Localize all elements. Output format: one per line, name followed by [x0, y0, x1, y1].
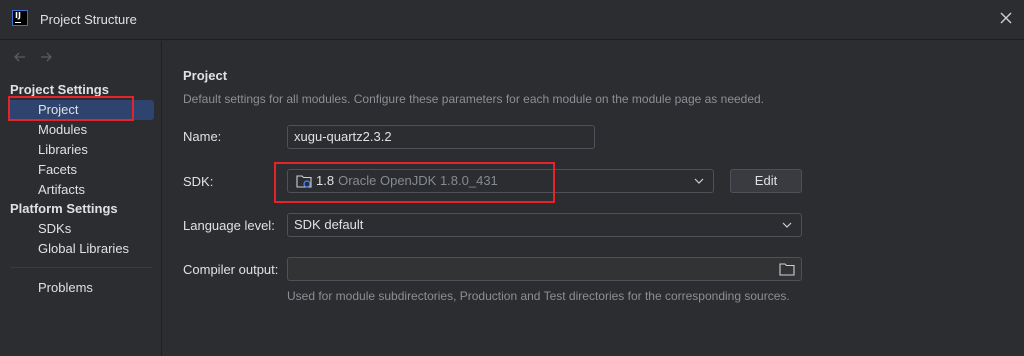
language-level-value: SDK default	[294, 217, 364, 232]
sidebar-item-problems[interactable]: Problems	[8, 278, 154, 298]
nav-arrows	[12, 49, 60, 67]
compiler-output-label: Compiler output:	[183, 262, 279, 277]
sidebar-item-modules[interactable]: Modules	[8, 120, 154, 140]
sidebar-divider	[10, 267, 152, 268]
name-label: Name:	[183, 129, 222, 144]
sidebar-item-libraries[interactable]: Libraries	[8, 140, 154, 160]
sidebar-item-facets[interactable]: Facets	[8, 160, 154, 180]
project-settings-heading: Project Settings	[10, 82, 109, 97]
sidebar-item-artifacts[interactable]: Artifacts	[8, 180, 154, 200]
sidebar-item-sdks[interactable]: SDKs	[8, 219, 154, 239]
chevron-down-icon	[694, 178, 704, 184]
sdk-dropdown[interactable]: 1.8 Oracle OpenJDK 1.8.0_431	[287, 169, 714, 193]
jdk-folder-icon	[296, 175, 312, 188]
language-level-dropdown[interactable]: SDK default	[287, 213, 802, 237]
platform-settings-heading: Platform Settings	[10, 201, 118, 216]
compiler-output-hint: Used for module subdirectories, Producti…	[287, 289, 790, 303]
sdk-name: Oracle OpenJDK 1.8.0_431	[338, 173, 498, 188]
intellij-app-icon: IJ	[12, 10, 28, 26]
back-arrow-icon[interactable]	[12, 49, 28, 65]
title-bar: IJ Project Structure	[0, 0, 1024, 40]
chevron-down-icon	[782, 222, 792, 228]
browse-folder-icon[interactable]	[779, 262, 795, 276]
page-description: Default settings for all modules. Config…	[183, 92, 765, 106]
forward-arrow-icon[interactable]	[38, 49, 54, 65]
sidebar: Project Settings Project Modules Librari…	[0, 41, 162, 356]
sdk-label: SDK:	[183, 174, 214, 189]
sidebar-item-global-libraries[interactable]: Global Libraries	[8, 239, 154, 259]
close-icon[interactable]	[998, 10, 1014, 26]
compiler-output-field[interactable]	[287, 257, 802, 281]
sdk-version: 1.8	[316, 173, 335, 188]
sidebar-item-project[interactable]: Project	[8, 100, 154, 120]
edit-button-label: Edit	[754, 173, 778, 188]
window-title: Project Structure	[40, 12, 137, 27]
page-title: Project	[183, 68, 228, 83]
language-level-label: Language level:	[183, 218, 275, 233]
sdk-edit-button[interactable]: Edit	[730, 169, 802, 193]
main-panel: Project Default settings for all modules…	[163, 41, 1024, 356]
project-name-field[interactable]: xugu-quartz2.3.2	[287, 125, 595, 149]
